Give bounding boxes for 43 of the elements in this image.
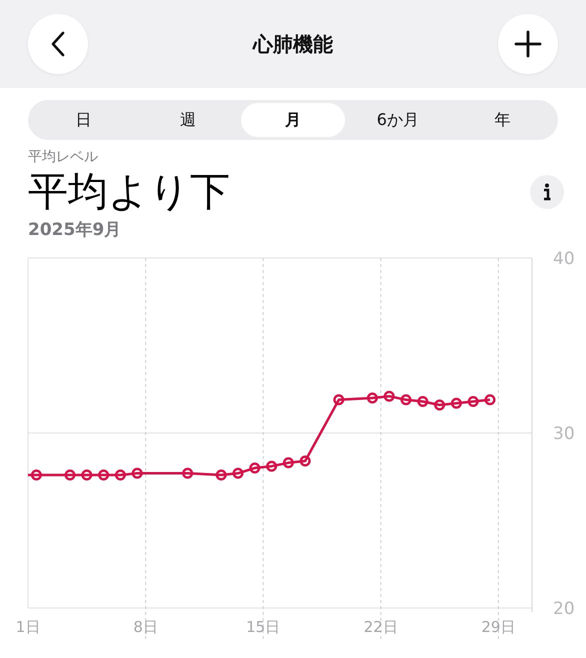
data-point [182,468,194,479]
data-point [132,468,143,479]
data-point [384,390,395,402]
info-button[interactable] [530,175,564,209]
plus-icon [514,30,542,58]
data-point [366,392,378,404]
data-point [266,460,278,472]
x-axis-label: 1日 [16,618,40,636]
data-point [81,470,92,480]
data-point [30,470,42,480]
data-point [64,470,76,480]
data-point [468,396,479,407]
data-point [216,470,227,480]
level-caption: 平均レベル [28,148,99,166]
period-tab[interactable]: 日 [31,103,136,137]
data-point [484,394,496,406]
data-point [417,396,428,407]
level-value: 平均より下 [28,168,230,217]
y-axis-label: 30 [553,424,575,444]
period-tab[interactable]: 月 [240,103,346,137]
data-point [434,400,446,410]
period-tab[interactable]: 年 [450,103,555,137]
data-point [400,394,412,406]
back-icon [51,31,65,57]
info-icon [542,183,552,201]
data-point [333,394,344,406]
data-point [98,470,110,480]
screen-title: 心肺機能 [253,30,333,58]
period-label: 2025年9月 [28,219,122,241]
data-point [282,457,294,468]
data-point [249,462,260,474]
x-axis-label: 29日 [481,618,516,636]
x-axis-label: 15日 [246,618,280,636]
y-axis-label: 20 [553,599,575,619]
period-tab[interactable]: 6か月 [345,103,450,137]
data-point [300,456,311,466]
y-axis-label: 40 [553,251,575,269]
x-axis-label: 22日 [364,618,398,636]
data-point [114,470,126,480]
data-point [450,398,462,409]
period-tab[interactable]: 週 [136,103,241,137]
x-axis-label: 8日 [133,618,158,636]
data-point [232,468,244,479]
